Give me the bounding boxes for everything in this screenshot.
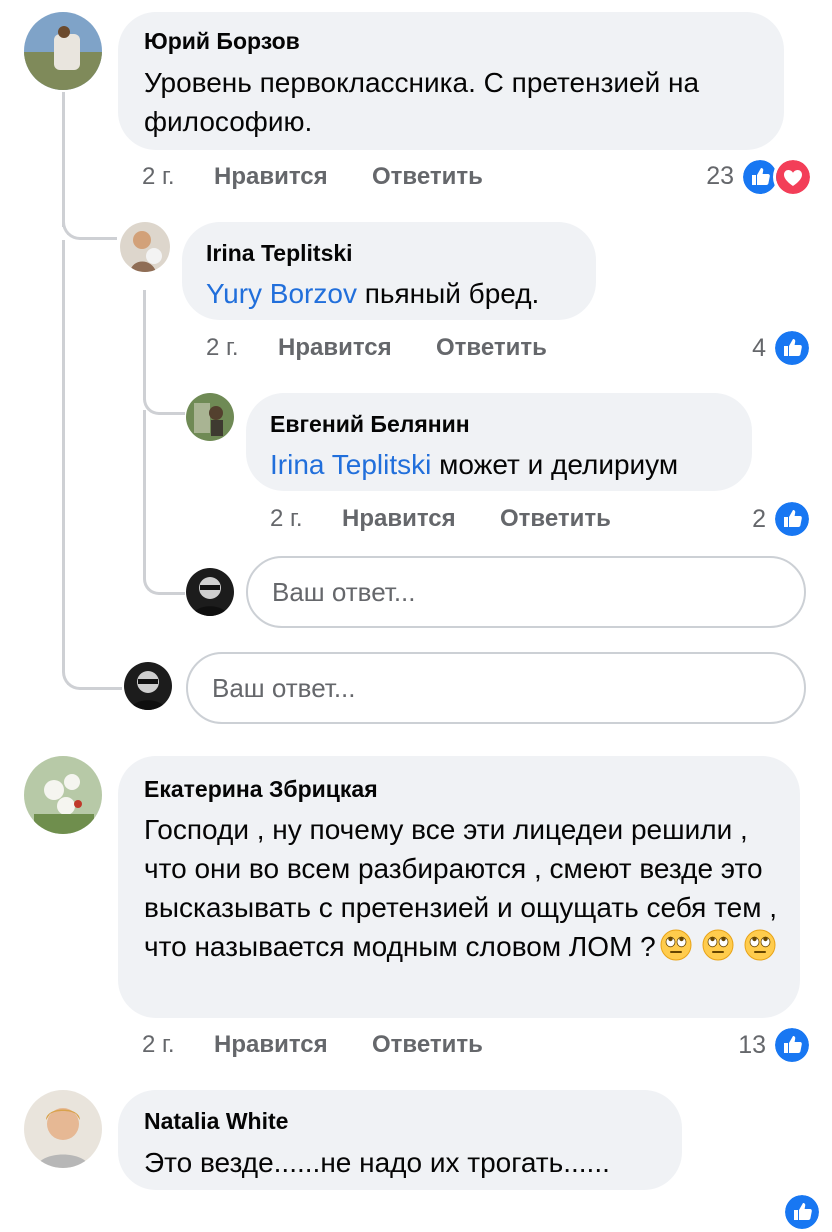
like-button[interactable]: Нравится — [342, 505, 456, 533]
like-button[interactable]: Нравится — [214, 163, 328, 191]
thread-line-sub-2 — [143, 410, 146, 570]
reactions-count[interactable]: 13 — [720, 1031, 766, 1060]
comment-bubble: Евгений Белянин Irina Teplitski может и … — [246, 393, 752, 491]
reply-input-box[interactable] — [246, 556, 806, 628]
thread-branch-main-reply — [62, 640, 122, 690]
reply-input-box[interactable] — [186, 652, 806, 724]
like-icon[interactable] — [772, 328, 812, 368]
comment-bubble: Юрий Борзов Уровень первоклассника. С пр… — [118, 12, 784, 150]
mention-link[interactable]: Yury Borzov — [206, 278, 357, 309]
reply-button[interactable]: Ответить — [436, 334, 547, 362]
like-icon[interactable] — [782, 1192, 822, 1232]
comment-text: Уровень первоклассника. С претензией на … — [144, 67, 700, 137]
thread-branch-sub-reply — [143, 555, 185, 595]
comment-text: Irina Teplitski может и делириум — [270, 449, 679, 480]
love-icon[interactable] — [773, 157, 813, 197]
comment-author[interactable]: Евгений Белянин — [270, 411, 470, 438]
thread-line-main-2 — [62, 240, 65, 660]
reactions-count[interactable]: 4 — [720, 334, 766, 363]
like-button[interactable]: Нравится — [278, 334, 392, 362]
eye-roll-emoji — [660, 929, 692, 961]
avatar[interactable] — [120, 222, 170, 272]
comment-author[interactable]: Irina Teplitski — [206, 240, 353, 267]
comment-bubble: Екатерина Збрицкая Господи , ну почему в… — [118, 756, 800, 1018]
reply-input[interactable] — [188, 654, 804, 722]
avatar[interactable] — [24, 756, 102, 834]
comment-time[interactable]: 2 г. — [270, 505, 303, 533]
thread-branch-2 — [143, 380, 185, 415]
avatar — [186, 568, 234, 616]
comment-time[interactable]: 2 г. — [142, 163, 175, 191]
comment-bubble: Irina Teplitski Yury Borzov пьяный бред. — [182, 222, 596, 320]
reactions-count[interactable]: 2 — [730, 505, 766, 534]
thread-branch-1 — [62, 200, 117, 240]
reply-input[interactable] — [248, 558, 804, 626]
comment-time[interactable]: 2 г. — [206, 334, 239, 362]
like-button[interactable]: Нравится — [214, 1031, 328, 1059]
comment-author[interactable]: Natalia White — [144, 1108, 288, 1135]
reply-button[interactable]: Ответить — [372, 1031, 483, 1059]
avatar[interactable] — [186, 393, 234, 441]
avatar[interactable] — [24, 1090, 102, 1168]
avatar — [124, 662, 172, 710]
eye-roll-emoji — [702, 929, 734, 961]
comment-text: Господи , ну почему все эти лицедеи реши… — [144, 814, 778, 962]
comment-text: Это везде......не надо их трогать...... — [144, 1147, 610, 1178]
comment-time[interactable]: 2 г. — [142, 1031, 175, 1059]
comment-author[interactable]: Юрий Борзов — [144, 28, 300, 55]
reactions-count[interactable]: 23 — [690, 162, 734, 191]
mention-link[interactable]: Irina Teplitski — [270, 449, 431, 480]
comment-text: Yury Borzov пьяный бред. — [206, 278, 540, 309]
like-icon[interactable] — [772, 499, 812, 539]
reply-button[interactable]: Ответить — [500, 505, 611, 533]
avatar[interactable] — [24, 12, 102, 90]
like-icon[interactable] — [772, 1025, 812, 1065]
eye-roll-emoji — [744, 929, 776, 961]
comment-bubble: Natalia White Это везде......не надо их … — [118, 1090, 682, 1190]
reply-button[interactable]: Ответить — [372, 163, 483, 191]
comment-author[interactable]: Екатерина Збрицкая — [144, 776, 378, 803]
